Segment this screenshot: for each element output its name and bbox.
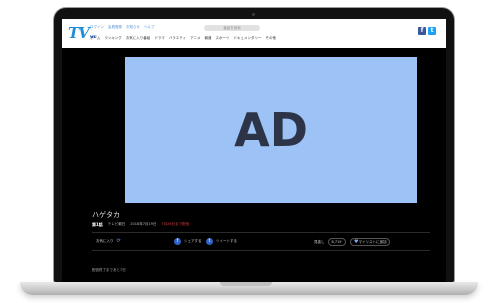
view-count-value: 8,719 [331,240,342,244]
video-ad-placeholder[interactable]: AD [125,57,417,203]
mylist-pill: ♥ マイリストに追加 [350,238,391,246]
search-input[interactable]: 番組を検索 [204,25,260,31]
deadline-label: 7月26日まで配信 [161,222,190,226]
laptop-mockup: TVver ログイン 会員登録 お知らせ ヘルプ 番組を検索 ホーム ランキング… [0,0,492,303]
action-bar: お気に入り ⟳ f シェアする t ツイートする 見逃し 8,719 ♥ マイリ… [92,232,430,251]
facebook-icon[interactable]: f [418,27,426,35]
program-title: ハゲタカ [92,211,120,219]
top-link-register[interactable]: 会員登録 [108,25,122,33]
ad-label: AD [234,103,308,157]
main-nav: ホーム ランキング お気に入り番組 ドラマ バラエティ アニメ 報道 スポーツ … [90,36,276,41]
site-header: TVver ログイン 会員登録 お知らせ ヘルプ 番組を検索 ホーム ランキング… [62,19,446,48]
nav-item-variety[interactable]: バラエティ [169,36,186,41]
program-meta: 第1話 テレビ朝日 2018年7月19日 7月26日まで配信 [92,222,189,228]
top-link-login[interactable]: ログイン [90,25,104,33]
channel-label: テレビ朝日 [107,222,126,226]
top-link-news[interactable]: お知らせ [126,25,140,33]
twitter-icon[interactable]: t [428,27,436,35]
air-date: 2018年7月19日 [130,222,157,226]
facebook-share-label: シェアする [184,239,202,243]
top-links: ログイン 会員登録 お知らせ ヘルプ [90,25,154,33]
facebook-share-button[interactable]: f シェアする [174,238,202,245]
nav-item-ranking[interactable]: ランキング [104,36,121,41]
nav-item-news[interactable]: 報道 [205,36,212,41]
mylist-label: マイリストに追加 [358,239,387,244]
twitter-share-icon: t [206,238,213,245]
view-count: 見逃し 8,719 [314,238,346,246]
view-count-label: 見逃し [314,239,325,244]
view-count-pill: 8,719 [327,238,346,246]
tweet-label: ツイートする [216,239,237,243]
nav-item-anime[interactable]: アニメ [190,36,200,41]
nav-item-documentary[interactable]: ドキュメンタリー [233,36,261,41]
top-link-help[interactable]: ヘルプ [144,25,155,33]
tweet-button[interactable]: t ツイートする [206,238,237,245]
favorite-button[interactable]: お気に入り ⟳ [96,238,121,244]
nav-item-home[interactable]: ホーム [90,36,100,41]
facebook-share-icon: f [174,238,181,245]
episode-label: 第1話 [92,222,103,227]
nav-item-other[interactable]: その他 [265,36,276,41]
favorite-label: お気に入り [96,238,114,243]
laptop-notch [220,282,272,286]
nav-item-favorites[interactable]: お気に入り番組 [126,36,151,41]
nav-item-drama[interactable]: ドラマ [154,36,165,41]
logo-text: TV [68,24,90,42]
add-mylist-button[interactable]: ♥ マイリストに追加 [350,238,391,246]
social-buttons: f t [418,27,436,35]
laptop-screen: TVver ログイン 会員登録 お知らせ ヘルプ 番組を検索 ホーム ランキング… [62,19,446,282]
nav-item-sports[interactable]: スポーツ [216,36,230,41]
camera-dot [252,13,255,16]
refresh-icon: ⟳ [116,238,121,244]
program-footnote: 配信終了まであと7日 [92,268,126,272]
